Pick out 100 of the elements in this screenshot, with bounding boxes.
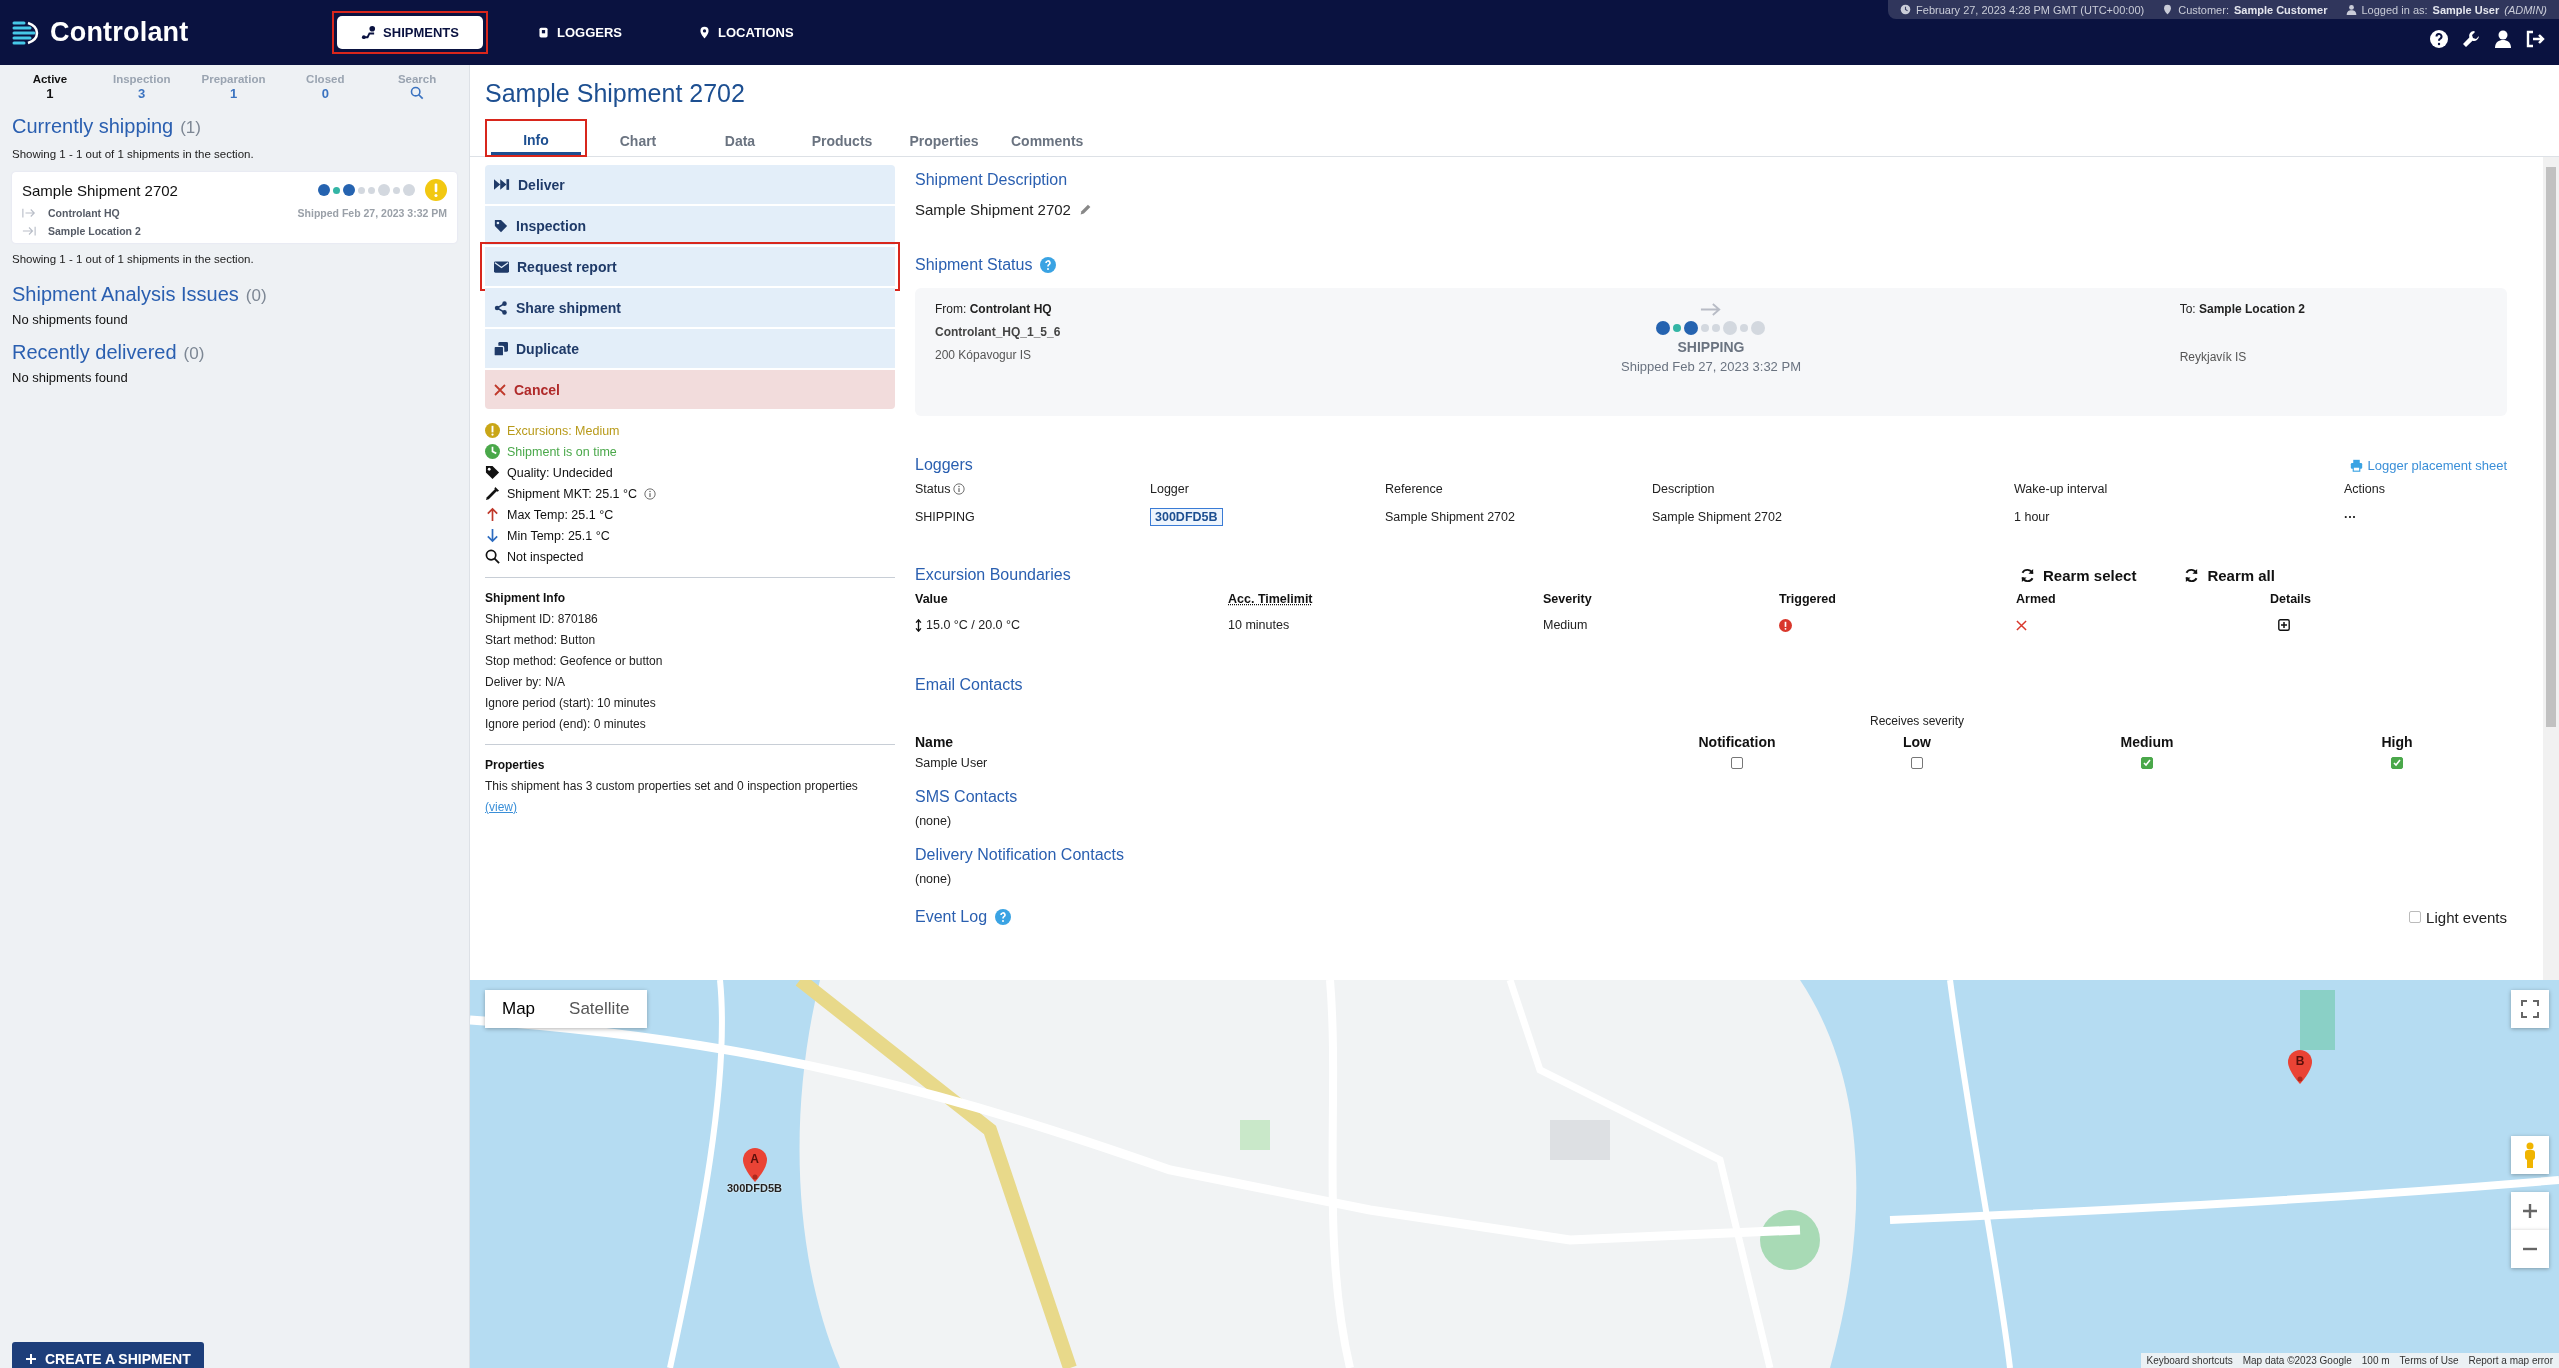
action-button[interactable]: Deliver — [485, 165, 895, 204]
status-filter-tab[interactable]: Inspection 3 — [95, 73, 188, 101]
detail-tab[interactable]: Comments — [1001, 121, 1091, 155]
column-header: Medium — [2119, 734, 2175, 750]
map-footer-link[interactable]: Terms of Use — [2399, 1355, 2459, 1366]
empty-message: No shipments found — [12, 370, 129, 385]
user-icon — [2345, 4, 2357, 15]
help-button[interactable] — [2429, 29, 2449, 49]
info-icon[interactable] — [953, 483, 966, 495]
device-icon — [537, 26, 550, 39]
origin-code: Controlant_HQ_1_5_6 — [935, 325, 1062, 339]
properties-text: This shipment has 3 custom properties set and 0 inspection properties — [485, 779, 859, 793]
column-header: Armed — [2016, 592, 2057, 606]
actions-menu[interactable]: ··· — [2344, 510, 2507, 524]
info-line: Ignore period (start): 10 minutes — [485, 696, 657, 710]
map-pin-icon[interactable] — [2288, 1050, 2312, 1084]
pencil-icon[interactable] — [1078, 203, 1092, 216]
logger-id[interactable]: 300DFD5B — [1150, 508, 1223, 526]
arrow-right-icon — [1700, 302, 1722, 317]
shipped-date: Shipped Feb 27, 2023 3:32 PM — [1621, 359, 1801, 374]
logger-placement-link[interactable]: Logger placement sheet — [2349, 456, 2507, 474]
help-icon[interactable] — [1040, 257, 1057, 273]
map-footer-link[interactable]: 100 m — [2361, 1355, 2390, 1366]
status-indicator: Shipment MKT: 25.1 °C — [507, 486, 638, 501]
create-shipment-button[interactable]: CREATE A SHIPMENT — [12, 1342, 204, 1368]
map-footer-link[interactable]: Keyboard shortcuts — [2146, 1355, 2233, 1366]
status-indicator: Min Temp: 25.1 °C — [507, 528, 610, 543]
section-heading: Shipment Analysis Issues — [12, 283, 239, 306]
fullscreen-button[interactable] — [2511, 990, 2549, 1028]
section-heading: Delivery Notification Contacts — [915, 846, 1124, 864]
person-figure-icon — [2523, 1142, 2537, 1168]
tag-icon — [485, 465, 500, 480]
section-heading: Excursion Boundaries — [915, 566, 1071, 584]
thermometer-icon — [485, 486, 500, 501]
status-indicator: Shipment is on time — [507, 444, 617, 459]
checkbox[interactable] — [2141, 757, 2153, 769]
profile-button[interactable] — [2493, 29, 2513, 49]
location-pin-icon — [698, 26, 711, 39]
clock-icon — [1900, 4, 1912, 15]
checkbox[interactable] — [1911, 757, 1923, 769]
origin-name: Controlant HQ — [48, 207, 120, 219]
printer-icon — [2349, 458, 2363, 472]
column-header: Description — [1652, 482, 1716, 496]
status-filter-tab[interactable]: Preparation 1 — [187, 73, 280, 101]
shipment-card[interactable]: Sample Shipment 2702 Controlant HQ Shipped Feb 27, 2023 3:32 PM Sample Location 2 — [12, 172, 457, 243]
column-header: Reference — [1385, 482, 1444, 496]
checkbox[interactable] — [2391, 757, 2403, 769]
status-indicator: Not inspected — [507, 549, 584, 564]
map-pin-icon[interactable] — [742, 1148, 767, 1182]
map-footer-link[interactable]: Report a map error — [2468, 1355, 2553, 1366]
nav-tab[interactable]: LOCATIONS — [676, 16, 816, 49]
nav-tab[interactable]: LOGGERS — [515, 16, 644, 49]
scrollbar[interactable] — [2543, 157, 2559, 980]
group-label: Receives severity — [1869, 714, 1965, 728]
date-time: February 27, 2023 4:28 PM GMT (UTC+00:00) — [1916, 3, 2145, 16]
action-button[interactable]: Cancel — [485, 370, 895, 409]
checkbox[interactable] — [2409, 911, 2422, 923]
info-icon[interactable] — [644, 487, 657, 500]
origin-name: Controlant HQ — [969, 302, 1052, 316]
section-heading: Shipment Description — [915, 171, 1068, 189]
rearm-button[interactable]: Rearm all — [2184, 566, 2275, 584]
logout-button[interactable] — [2525, 29, 2545, 49]
action-button[interactable]: Duplicate — [485, 329, 895, 368]
arrow-up-icon — [485, 507, 500, 522]
expand-icon[interactable] — [2278, 619, 2290, 631]
map-type-tab[interactable]: Map — [485, 990, 553, 1028]
range-icon — [915, 618, 922, 632]
action-button[interactable]: Request report — [485, 247, 895, 286]
rearm-button[interactable]: Rearm select — [2020, 566, 2137, 584]
action-button[interactable]: Inspection — [485, 206, 895, 245]
detail-tab[interactable]: Products — [797, 121, 887, 155]
detail-tab[interactable]: Data — [695, 121, 785, 155]
column-header: Details — [2270, 592, 2312, 606]
properties-heading: Properties — [485, 758, 546, 772]
pin-letter: B — [2295, 1054, 2305, 1068]
fullscreen-icon — [2521, 1000, 2539, 1018]
status-filter-tab[interactable]: Closed 0 — [279, 73, 372, 101]
view-link[interactable]: (view) — [485, 800, 517, 814]
location-pin-icon — [2162, 4, 2174, 15]
detail-tab[interactable]: Info — [491, 121, 581, 155]
checkbox-label: Light events — [2426, 908, 2507, 926]
detail-tab[interactable]: Properties — [899, 121, 989, 155]
detail-tab[interactable]: Chart — [593, 121, 683, 155]
checkbox[interactable] — [1731, 757, 1743, 769]
cross-icon — [2016, 619, 2027, 631]
nav-tab[interactable]: SHIPMENTS — [337, 16, 483, 49]
column-header: Name — [915, 734, 955, 750]
info-line: Stop method: Geofence or button — [485, 654, 664, 668]
column-header: Wake-up interval — [2014, 482, 2109, 496]
map-type-tab[interactable]: Satellite — [552, 990, 647, 1028]
zoom-in-button[interactable] — [2511, 1192, 2549, 1230]
map-footer-link[interactable]: Map data ©2023 Google — [2242, 1355, 2352, 1366]
status-indicator: Excursions: Medium — [507, 423, 620, 438]
clock-icon — [485, 444, 500, 459]
truck-route-icon — [361, 25, 377, 40]
status-filter-tab[interactable]: Active 1 — [4, 73, 96, 101]
help-icon[interactable] — [995, 909, 1012, 925]
action-button[interactable]: Share shipment — [485, 288, 895, 327]
section-count: (0) — [245, 286, 267, 306]
settings-button[interactable] — [2461, 29, 2481, 49]
